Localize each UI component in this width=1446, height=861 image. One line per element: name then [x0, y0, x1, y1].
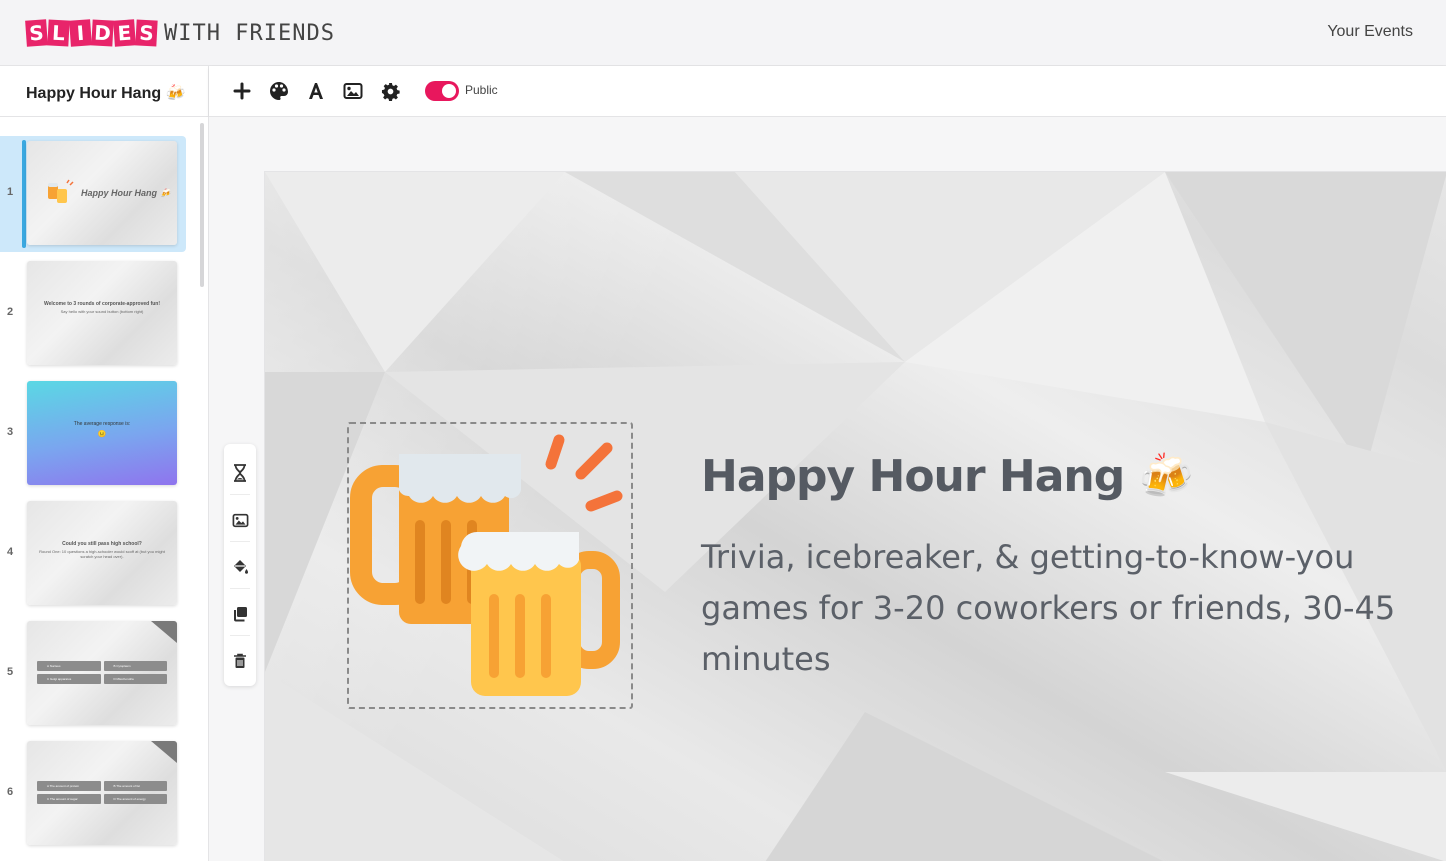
- slide-number: 5: [7, 666, 14, 678]
- thumbnail-subtitle: 😐: [97, 431, 107, 438]
- trash-icon[interactable]: [230, 651, 250, 671]
- slide-title[interactable]: Happy Hour Hang 🍻: [701, 450, 1193, 502]
- deck-title-cell: Happy Hour Hang 🍻: [0, 66, 209, 117]
- logo-text: WITH FRIENDS: [164, 20, 335, 46]
- editor-toolbar: Public: [209, 66, 1446, 117]
- slide-body[interactable]: Trivia, icebreaker, & getting-to-know-yo…: [701, 532, 1441, 685]
- answer-option: C Golgi apparatus: [37, 674, 101, 684]
- your-events-link[interactable]: Your Events: [1327, 23, 1413, 41]
- answer-option: A The amount of protein: [37, 781, 101, 791]
- public-toggle[interactable]: [425, 81, 459, 101]
- side-tool-divider: [230, 494, 250, 495]
- top-bar: S L I D E S WITH FRIENDS Your Events: [0, 0, 1446, 66]
- slide-thumbnail-6[interactable]: 6 A The amount of protein B The amount o…: [0, 736, 186, 852]
- text-font-icon[interactable]: [305, 80, 327, 102]
- side-tool-divider: [230, 635, 250, 636]
- slide-list-sidebar: 1 Happy Hour Hang 🍻 2 Welcome to 3 round…: [0, 117, 209, 861]
- slide-number: 2: [7, 306, 14, 318]
- answer-option: D Mitochondria: [103, 674, 167, 684]
- thumbnail-preview: Could you still pass high school? Round …: [27, 501, 177, 605]
- slide-number: 1: [7, 186, 14, 198]
- logo-letter: I: [69, 19, 92, 47]
- image-icon[interactable]: [342, 80, 364, 102]
- thumbnail-answers: A Nucleus B Cytoplasm C Golgi apparatus …: [37, 661, 167, 684]
- thumbnail-title: Could you still pass high school?: [62, 541, 142, 547]
- thumbnail-preview: A The amount of protein B The amount of …: [27, 741, 177, 845]
- slide-thumbnail-5[interactable]: 5 A Nucleus B Cytoplasm C Golgi apparatu…: [0, 616, 186, 732]
- slide-thumbnail-4[interactable]: 4 Could you still pass high school? Roun…: [0, 496, 186, 612]
- slide-number: 6: [7, 786, 14, 798]
- public-label: Public: [465, 83, 498, 97]
- answer-option: C The amount of sugar: [37, 794, 101, 804]
- slide-image-frame[interactable]: [347, 422, 633, 709]
- plus-icon[interactable]: [231, 80, 253, 102]
- slide-thumbnail-2[interactable]: 2 Welcome to 3 rounds of corporate-appro…: [0, 256, 186, 372]
- logo-letter: S: [135, 19, 158, 47]
- logo-letter: S: [25, 19, 48, 47]
- thumbnail-subtitle: Say hello with your sound button (bottom…: [60, 309, 144, 314]
- side-tool-divider: [230, 541, 250, 542]
- logo[interactable]: S L I D E S WITH FRIENDS: [25, 19, 335, 47]
- answer-option: D The amount of energy: [103, 794, 167, 804]
- side-tool-divider: [230, 588, 250, 589]
- thumbnail-answers: A The amount of protein B The amount of …: [37, 781, 167, 804]
- image-icon[interactable]: [230, 510, 250, 530]
- thumbnail-title: Happy Hour Hang 🍻: [81, 188, 171, 198]
- slide-number: 3: [7, 426, 14, 438]
- thumbnail-preview: Happy Hour Hang 🍻: [27, 141, 177, 245]
- beer-mugs-clinking-icon: [350, 434, 623, 696]
- answer-option: B The amount of fat: [103, 781, 167, 791]
- thumbnail-subtitle: Round One: 10 questions a high-schooler …: [39, 549, 165, 559]
- slide-thumbnail-1[interactable]: 1 Happy Hour Hang 🍻: [0, 136, 186, 252]
- hourglass-icon[interactable]: [230, 463, 250, 483]
- paint-bucket-icon[interactable]: [230, 557, 250, 577]
- slide-number: 4: [7, 546, 14, 558]
- slide-side-toolbar: [224, 444, 256, 686]
- answer-option: A Nucleus: [37, 661, 101, 671]
- sidebar-scrollbar[interactable]: [200, 123, 204, 287]
- thumbnail-title: The average response is:: [73, 421, 131, 427]
- slide-thumbnail-3[interactable]: 3 The average response is: 😐: [0, 376, 186, 492]
- deck-title[interactable]: Happy Hour Hang 🍻: [26, 83, 185, 103]
- palette-icon[interactable]: [268, 80, 290, 102]
- gear-icon[interactable]: [379, 80, 401, 102]
- beer-mugs-thumb-icon: [48, 179, 74, 203]
- answer-option: B Cytoplasm: [103, 661, 167, 671]
- thumbnail-preview: The average response is: 😐: [27, 381, 177, 485]
- logo-letter: D: [91, 19, 114, 47]
- thumbnail-preview: Welcome to 3 rounds of corporate-approve…: [27, 261, 177, 365]
- duplicate-icon[interactable]: [230, 604, 250, 624]
- logo-letter: L: [47, 19, 70, 47]
- thumbnail-corner: [151, 621, 177, 643]
- thumbnail-title: Welcome to 3 rounds of corporate-approve…: [43, 301, 161, 307]
- thumbnail-preview: A Nucleus B Cytoplasm C Golgi apparatus …: [27, 621, 177, 725]
- logo-boxed-letters: S L I D E S: [25, 19, 158, 47]
- logo-letter: E: [113, 19, 136, 47]
- thumbnail-corner: [151, 741, 177, 763]
- main-slide[interactable]: Happy Hour Hang 🍻 Trivia, icebreaker, & …: [264, 171, 1446, 861]
